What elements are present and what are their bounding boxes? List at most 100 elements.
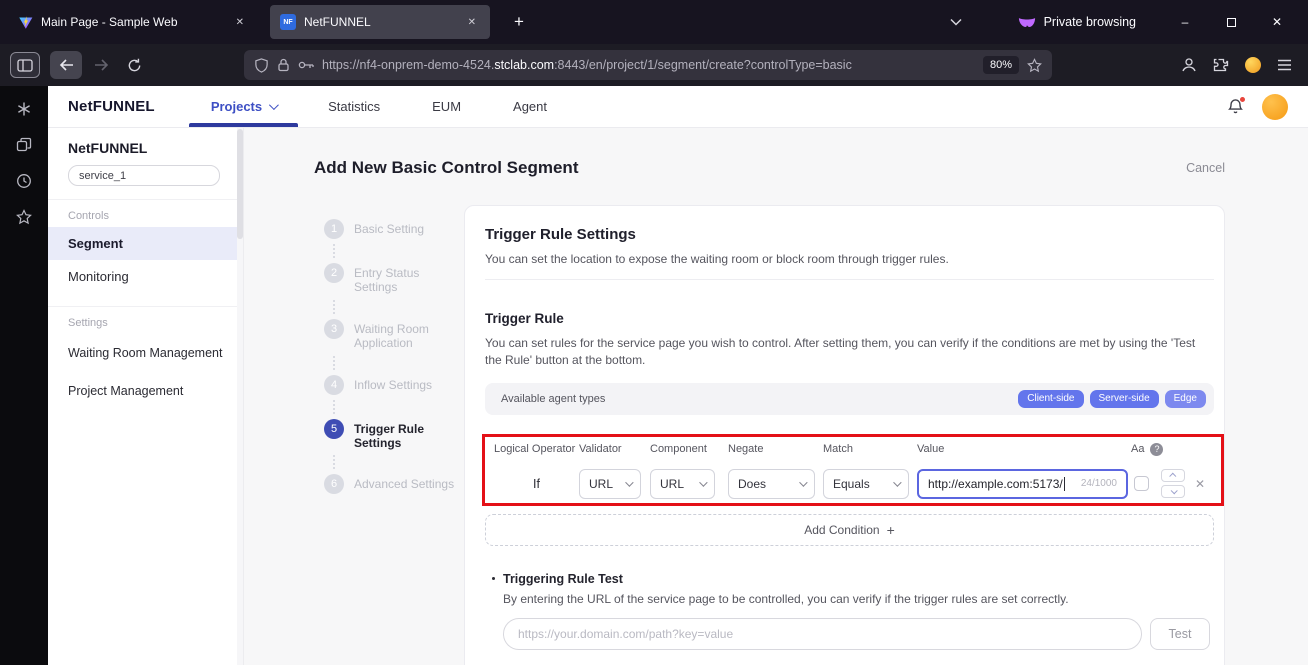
vite-favicon-icon — [18, 15, 33, 30]
sidebar-toggle-button[interactable] — [10, 52, 40, 78]
tabbar-right: Private browsing – ✕ — [950, 0, 1300, 44]
tab-title: NetFUNNEL — [304, 15, 371, 29]
close-tab-icon[interactable]: ✕ — [464, 15, 480, 30]
card-subtitle: You can set the location to expose the w… — [485, 252, 949, 266]
case-sensitive-checkbox[interactable] — [1134, 476, 1149, 492]
tab-netfunnel[interactable]: NF NetFUNNEL ✕ — [270, 5, 490, 39]
trigger-rule-section-desc: You can set rules for the service page y… — [485, 336, 1196, 368]
move-down-button[interactable] — [1161, 485, 1185, 499]
sidebar-divider — [48, 306, 243, 307]
account-icon[interactable] — [1181, 57, 1197, 73]
bookmark-star-icon[interactable] — [1027, 57, 1042, 73]
step-basic-setting[interactable]: 1 Basic Setting — [324, 219, 464, 239]
tracking-protection-shield-icon[interactable] — [254, 57, 269, 73]
step-connector — [333, 399, 464, 414]
nav-item-statistics[interactable]: Statistics — [302, 86, 406, 127]
step-trigger-rule-settings[interactable]: 5 Trigger Rule Settings — [324, 418, 464, 451]
user-avatar[interactable] — [1262, 93, 1288, 120]
new-tab-button[interactable]: + — [506, 10, 532, 34]
notification-dot — [1239, 96, 1246, 103]
notifications-bell-icon[interactable] — [1227, 96, 1246, 115]
nav-item-label: EUM — [432, 99, 462, 114]
cancel-button[interactable]: Cancel — [1186, 161, 1225, 175]
validator-select-value: URL — [589, 476, 614, 491]
step-entry-status-settings[interactable]: 2 Entry Status Settings — [324, 263, 464, 295]
badge-edge: Edge — [1164, 389, 1206, 408]
netfunnel-favicon-icon: NF — [280, 14, 296, 30]
menu-hamburger-icon[interactable] — [1277, 59, 1292, 71]
test-button[interactable]: Test — [1150, 617, 1210, 650]
sidebar-item-waiting-room-management[interactable]: Waiting Room Management — [48, 334, 243, 372]
header-component: Component — [650, 442, 707, 455]
app-nav-items: Projects Statistics EUM Agent — [185, 86, 573, 127]
sidebar-item-project-management[interactable]: Project Management — [48, 372, 243, 410]
text-caret — [1063, 476, 1065, 491]
chevron-down-icon — [893, 478, 902, 487]
netfunnel-logo[interactable]: NetFUNNEL — [68, 98, 155, 115]
negate-select-value: Does — [738, 476, 767, 491]
rule-value-text: http://example.com:5173/ — [928, 476, 1063, 491]
negate-select[interactable]: Does — [728, 468, 815, 499]
url-text[interactable]: https://nf4-onprem-demo-4524.stclab.com:… — [322, 58, 975, 72]
nav-item-label: Statistics — [328, 99, 381, 114]
add-condition-label: Add Condition — [804, 522, 880, 537]
extension-avatar-icon[interactable] — [1245, 57, 1261, 73]
ai-chatbot-icon[interactable] — [11, 96, 37, 122]
sidebar-item-segment[interactable]: Segment — [48, 227, 243, 260]
close-tab-icon[interactable]: ✕ — [232, 15, 248, 30]
reload-button[interactable] — [120, 51, 148, 79]
component-select[interactable]: URL — [650, 468, 715, 499]
step-connector — [333, 299, 464, 314]
validator-select[interactable]: URL — [579, 468, 641, 499]
app-nav-right — [1227, 93, 1288, 120]
triggering-rule-test-section: Triggering Rule Test By entering the URL… — [485, 572, 1214, 650]
move-up-button[interactable] — [1161, 469, 1185, 483]
reorder-buttons — [1161, 469, 1185, 499]
chevron-down-icon — [1170, 487, 1178, 495]
test-url-input[interactable] — [503, 617, 1142, 650]
step-number: 1 — [324, 219, 344, 239]
page-title: Add New Basic Control Segment — [314, 158, 579, 177]
extensions-puzzle-icon[interactable] — [1213, 57, 1229, 73]
step-waiting-room-application[interactable]: 3 Waiting Room Application — [324, 318, 464, 351]
sidebar-scrollbar[interactable] — [237, 127, 243, 665]
back-button[interactable] — [50, 51, 82, 79]
nav-item-eum[interactable]: EUM — [406, 86, 487, 127]
nav-item-agent[interactable]: Agent — [487, 86, 573, 127]
passkey-icon[interactable] — [298, 60, 314, 70]
chevron-down-icon — [625, 478, 634, 487]
step-label: Inflow Settings — [354, 377, 433, 392]
window-close-button[interactable]: ✕ — [1254, 0, 1300, 44]
service-select[interactable]: service_1 — [68, 165, 220, 186]
tab-main-page[interactable]: Main Page - Sample Web ✕ — [8, 5, 258, 39]
nav-item-projects[interactable]: Projects — [185, 86, 302, 127]
sidebar-scrollbar-thumb[interactable] — [237, 129, 243, 239]
list-all-tabs-chevron-icon[interactable] — [950, 18, 962, 26]
url-bar[interactable]: https://nf4-onprem-demo-4524.stclab.com:… — [244, 50, 1052, 80]
history-clock-icon[interactable] — [11, 168, 37, 194]
step-number: 3 — [324, 318, 344, 339]
step-number: 6 — [324, 474, 344, 495]
window-minimize-button[interactable]: – — [1162, 0, 1208, 44]
app-navbar: NetFUNNEL Projects Statistics EUM Agent — [48, 86, 1308, 127]
help-icon[interactable]: ? — [1150, 442, 1164, 456]
synced-tabs-icon[interactable] — [11, 132, 37, 158]
private-browsing-label: Private browsing — [1043, 15, 1136, 29]
maximize-icon — [1226, 17, 1236, 27]
bookmarks-star-icon[interactable] — [11, 204, 37, 230]
remove-rule-button[interactable]: ✕ — [1195, 477, 1205, 491]
step-advanced-settings[interactable]: 6 Advanced Settings — [324, 474, 464, 495]
step-label: Trigger Rule Settings — [354, 421, 425, 450]
rule-value-input[interactable]: http://example.com:5173/ 24/1000 — [917, 468, 1128, 499]
lock-icon[interactable] — [277, 58, 290, 72]
step-inflow-settings[interactable]: 4 Inflow Settings — [324, 374, 464, 395]
window-maximize-button[interactable] — [1208, 0, 1254, 44]
zoom-level-badge[interactable]: 80% — [982, 56, 1019, 74]
add-condition-button[interactable]: Add Condition + — [485, 513, 1214, 546]
step-label: Advanced Settings — [354, 477, 455, 492]
sidebar-divider — [48, 199, 243, 200]
stepper: 1 Basic Setting 2 Entry Status Settings … — [324, 205, 464, 495]
match-select[interactable]: Equals — [823, 468, 909, 499]
sidebar-item-monitoring[interactable]: Monitoring — [48, 260, 243, 293]
forward-button[interactable] — [88, 51, 116, 79]
